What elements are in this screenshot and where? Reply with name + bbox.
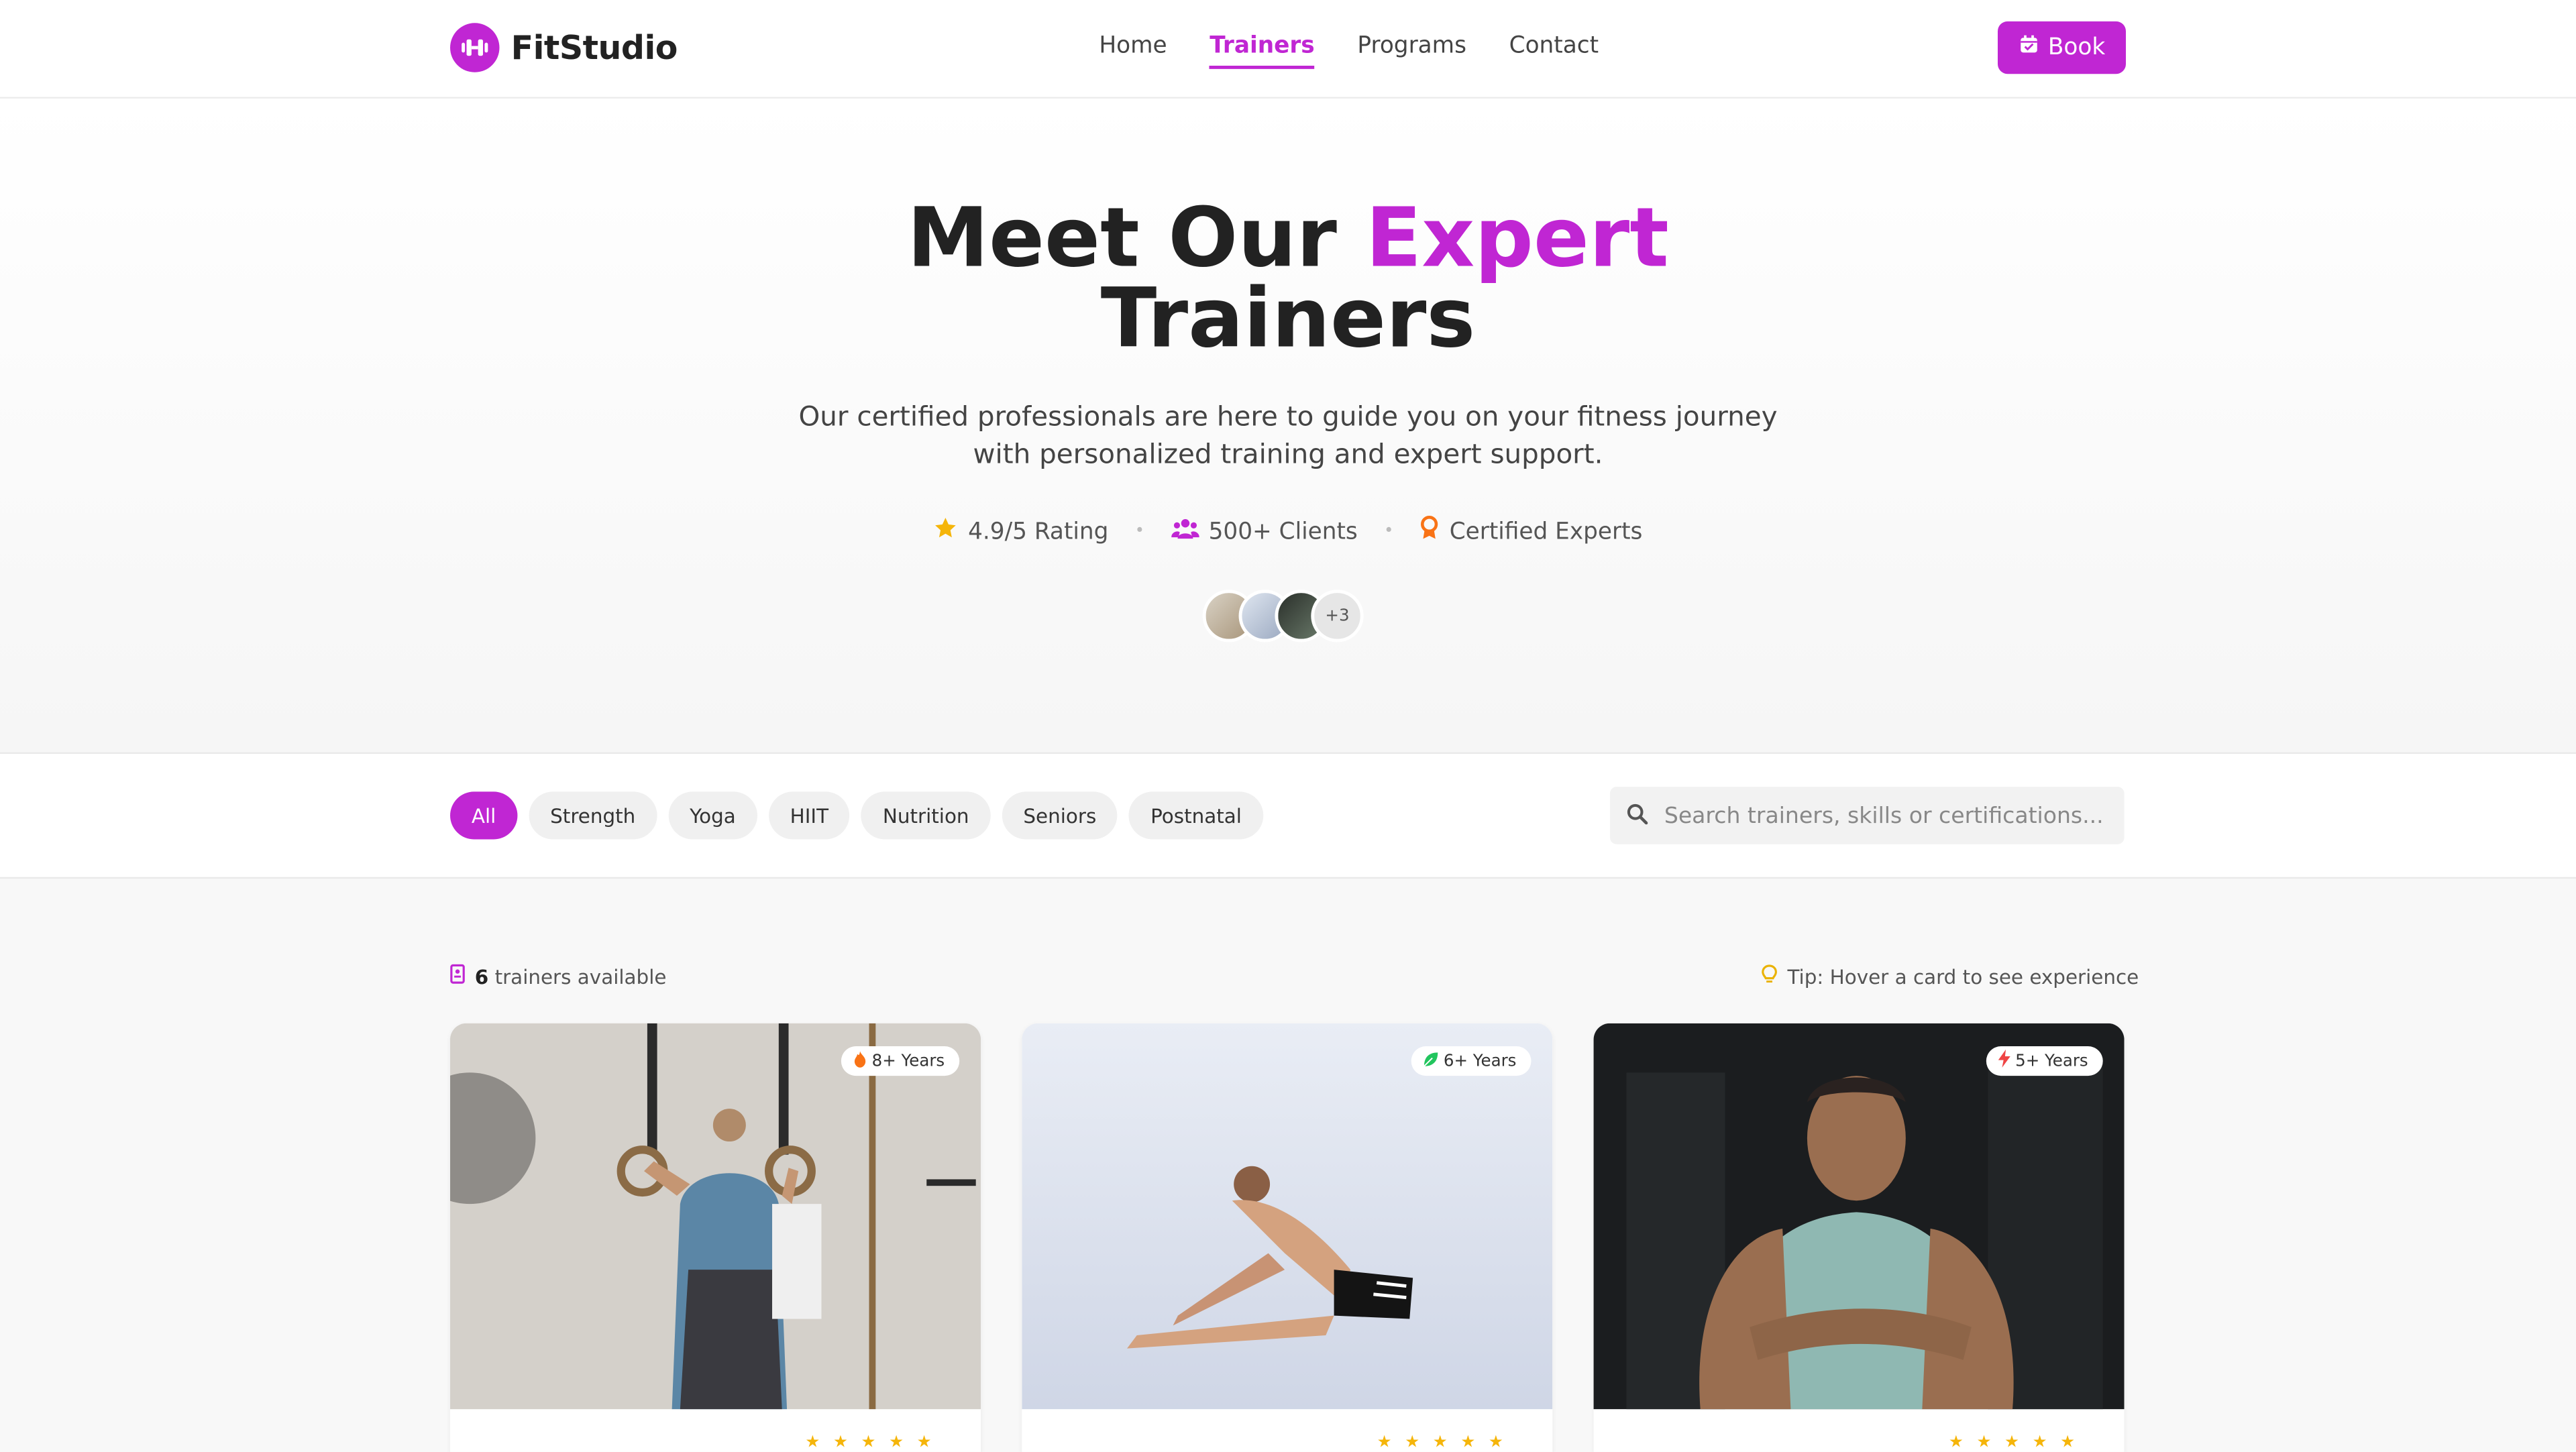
- chip-nutrition[interactable]: Nutrition: [861, 791, 991, 840]
- results-count: 6 trainers available: [450, 964, 666, 989]
- star-rating: ★★★★★: [1377, 1433, 1517, 1452]
- search-icon: [1627, 800, 1648, 832]
- experience-badge-label: 8+ Years: [871, 1052, 945, 1070]
- experience-badge-label: 5+ Years: [2015, 1052, 2088, 1070]
- trainer-avatars: +3: [1202, 590, 1364, 643]
- stat-clients-label: 500+ Clients: [1208, 518, 1358, 545]
- stat-rating: 4.9/5 Rating: [934, 516, 1109, 547]
- chip-strength[interactable]: Strength: [529, 791, 657, 840]
- chip-seniors[interactable]: Seniors: [1002, 791, 1118, 840]
- award-icon: [1420, 515, 1440, 547]
- trainer-photo: [1022, 1023, 1553, 1410]
- hover-tip-text: Tip: Hover a card to see experience: [1787, 966, 2139, 989]
- chip-all[interactable]: All: [450, 791, 518, 840]
- chip-yoga[interactable]: Yoga: [668, 791, 757, 840]
- experience-badge-label: 6+ Years: [1443, 1052, 1517, 1070]
- nav-programs[interactable]: Programs: [1357, 33, 1466, 69]
- trainer-photo: [1593, 1023, 2125, 1410]
- search-box: [1610, 787, 2125, 844]
- main-nav: Home Trainers Programs Contact: [1099, 33, 1599, 69]
- filter-bar: All Strength Yoga HIIT Nutrition Seniors…: [0, 754, 2576, 879]
- results-count-suffix: trainers available: [488, 964, 667, 989]
- trainer-card[interactable]: 8+ Years ★★★★★: [450, 1023, 981, 1452]
- chip-hiit[interactable]: HIIT: [768, 791, 850, 840]
- stat-certified: Certified Experts: [1420, 515, 1643, 547]
- star-icon: [934, 516, 959, 547]
- id-badge-icon: [450, 964, 465, 989]
- category-chips: All Strength Yoga HIIT Nutrition Seniors…: [450, 791, 1263, 840]
- stat-separator: •: [1383, 522, 1394, 541]
- hero-section: Meet Our Expert Trainers Our certified p…: [0, 98, 2576, 755]
- chip-postnatal[interactable]: Postnatal: [1129, 791, 1263, 840]
- book-button[interactable]: Book: [1997, 21, 2127, 74]
- brand-logo[interactable]: FitStudio: [450, 23, 678, 72]
- lightbulb-icon: [1761, 964, 1777, 991]
- users-icon: [1171, 516, 1199, 546]
- nav-home[interactable]: Home: [1099, 33, 1167, 69]
- book-button-label: Book: [2047, 34, 2106, 61]
- trainer-card[interactable]: 6+ Years ★★★★★: [1022, 1023, 1553, 1452]
- page-title: Meet Our Expert Trainers: [0, 197, 2576, 359]
- leaf-icon: [1422, 1050, 1438, 1072]
- stat-clients: 500+ Clients: [1171, 516, 1358, 546]
- nav-trainers[interactable]: Trainers: [1210, 33, 1315, 69]
- dumbbell-icon: [450, 23, 500, 72]
- title-part-2: Trainers: [1100, 271, 1476, 367]
- results-count-text: 6 trainers available: [475, 965, 667, 988]
- nav-contact[interactable]: Contact: [1509, 33, 1599, 69]
- star-rating: ★★★★★: [1948, 1433, 2088, 1452]
- more-avatars-count[interactable]: +3: [1311, 590, 1364, 643]
- bolt-icon: [1997, 1049, 2010, 1072]
- calendar-icon: [2019, 34, 2038, 60]
- experience-badge: 6+ Years: [1410, 1046, 1532, 1076]
- experience-badge: 5+ Years: [1986, 1046, 2103, 1076]
- search-input[interactable]: [1660, 800, 2111, 830]
- hover-tip: Tip: Hover a card to see experience: [1761, 964, 2139, 991]
- brand-name: FitStudio: [511, 27, 678, 68]
- stats-row: 4.9/5 Rating • 500+ Clients • Certified …: [0, 515, 2576, 547]
- stat-certified-label: Certified Experts: [1449, 518, 1643, 545]
- top-header: FitStudio Home Trainers Programs Contact…: [0, 0, 2576, 99]
- trainer-photo: [450, 1023, 981, 1410]
- results-count-number: 6: [474, 964, 489, 989]
- trainer-card[interactable]: 5+ Years ★★★★★: [1593, 1023, 2125, 1452]
- hero-subtitle: Our certified professionals are here to …: [798, 400, 1778, 470]
- stat-rating-label: 4.9/5 Rating: [968, 518, 1109, 545]
- stat-separator: •: [1134, 522, 1145, 541]
- star-rating: ★★★★★: [805, 1433, 945, 1452]
- flame-icon: [852, 1050, 867, 1072]
- experience-badge: 8+ Years: [841, 1046, 960, 1076]
- page: FitStudio Home Trainers Programs Contact…: [0, 0, 2576, 1452]
